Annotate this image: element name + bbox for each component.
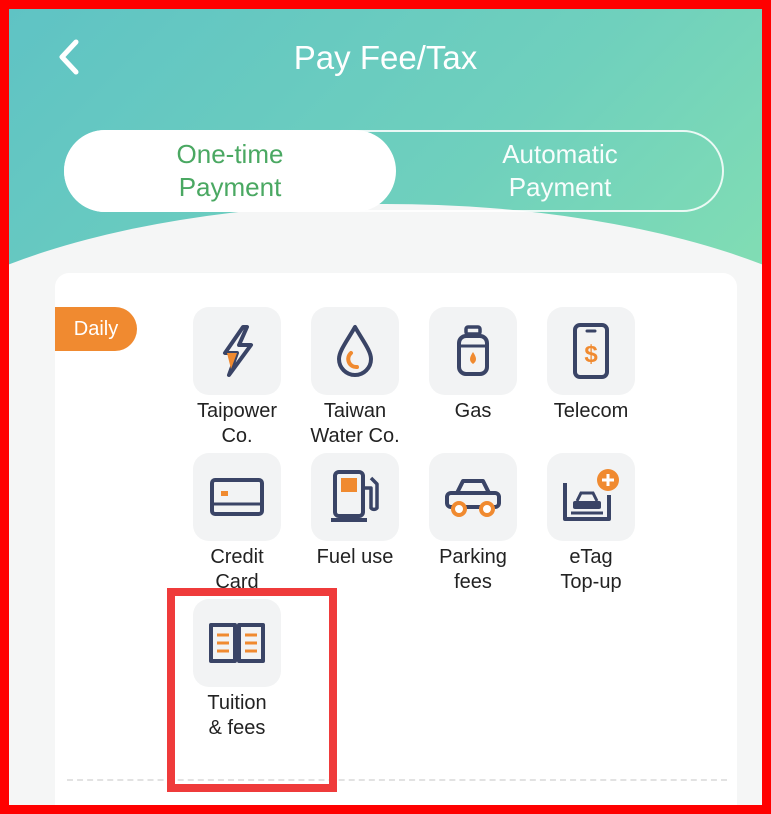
highlight-box — [167, 588, 337, 792]
mobile-phone-icon: $ — [547, 307, 635, 395]
svg-text:$: $ — [584, 341, 598, 368]
taiwan-water-tile[interactable]: Taiwan Water Co. — [297, 307, 413, 449]
section-divider — [67, 779, 727, 781]
tab-one-time-payment[interactable]: One-time Payment — [64, 130, 396, 212]
etag-topup-icon — [547, 453, 635, 541]
taiwan-water-label: Taiwan Water Co. — [310, 400, 400, 447]
telecom-tile[interactable]: $ Telecom — [533, 307, 649, 424]
parking-fees-label: Parking fees — [439, 546, 507, 593]
page-title: Pay Fee/Tax — [293, 39, 478, 76]
parking-fees-tile[interactable]: Parking fees — [415, 453, 531, 595]
gas-canister-icon — [429, 307, 517, 395]
lightning-bolt-icon — [193, 307, 281, 395]
tab-one-time-payment-label: One-time Payment — [176, 139, 284, 202]
taipower-tile[interactable]: Taipower Co. — [179, 307, 295, 449]
car-icon — [429, 453, 517, 541]
fuel-pump-icon — [311, 453, 399, 541]
screenshot-frame: Pay Fee/Tax One-time Payment Automatic P… — [0, 0, 771, 814]
fuel-use-label: Fuel use — [316, 546, 394, 568]
credit-card-tile[interactable]: Credit Card — [179, 453, 295, 595]
credit-card-icon — [193, 453, 281, 541]
etag-topup-label: eTag Top-up — [560, 546, 622, 593]
gas-label: Gas — [454, 400, 492, 422]
gas-tile[interactable]: Gas — [415, 307, 531, 424]
taipower-label: Taipower Co. — [196, 400, 278, 447]
app-screen: Pay Fee/Tax One-time Payment Automatic P… — [9, 9, 762, 805]
telecom-label: Telecom — [553, 400, 629, 422]
water-drop-icon — [311, 307, 399, 395]
etag-topup-tile[interactable]: eTag Top-up — [533, 453, 649, 595]
tab-automatic-payment[interactable]: Automatic Payment — [396, 130, 724, 212]
daily-section-badge: Daily — [55, 307, 137, 351]
fuel-use-tile[interactable]: Fuel use — [297, 453, 413, 570]
tab-automatic-payment-label: Automatic Payment — [502, 139, 618, 202]
